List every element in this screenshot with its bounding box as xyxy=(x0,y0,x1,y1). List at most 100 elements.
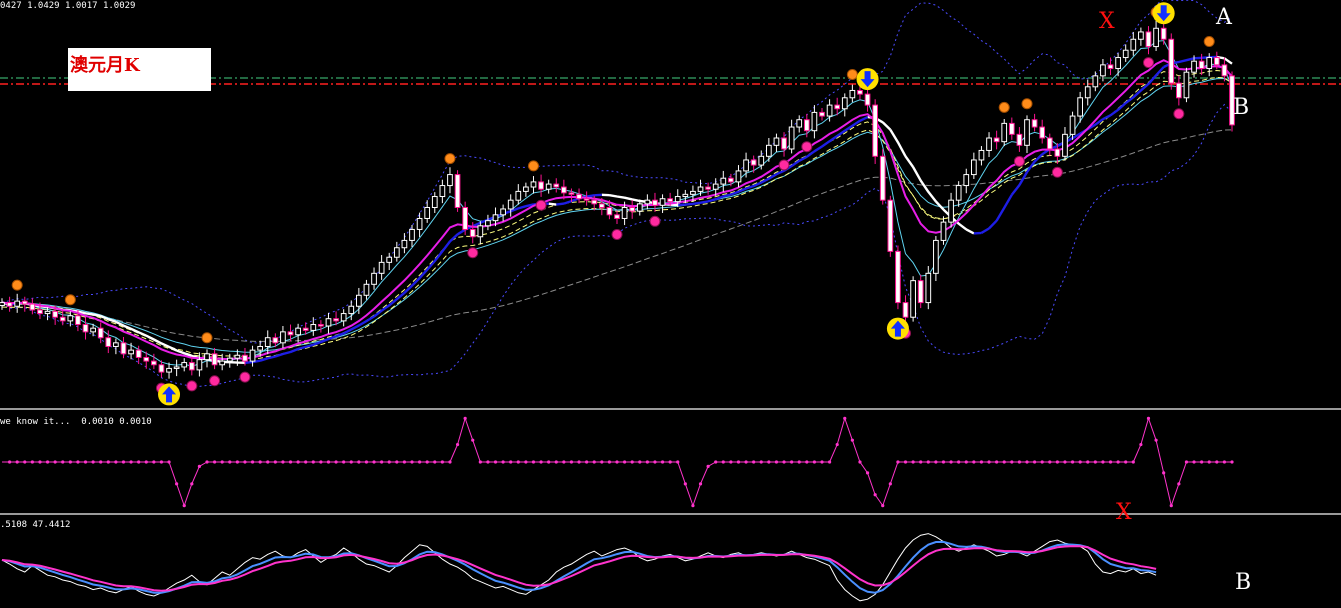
candle xyxy=(796,115,803,133)
candle-body xyxy=(970,159,977,176)
candle xyxy=(507,194,514,217)
candle-body xyxy=(416,217,423,230)
candle xyxy=(447,167,453,194)
candle-body xyxy=(1069,115,1076,135)
candle xyxy=(378,255,385,280)
candle xyxy=(454,170,461,212)
candle-body xyxy=(485,220,491,227)
candle-body xyxy=(652,199,658,206)
sell-arrow-icon xyxy=(1152,2,1175,25)
candle xyxy=(553,178,560,193)
candle-body xyxy=(340,313,347,322)
candle-body xyxy=(1024,119,1030,146)
fractal-down-marker xyxy=(1051,166,1063,178)
candle-body xyxy=(758,155,765,166)
candle-body xyxy=(1039,126,1046,139)
candle-body xyxy=(166,367,172,373)
candle-body xyxy=(690,190,696,195)
candle-body xyxy=(583,198,590,201)
candle-body xyxy=(44,310,51,315)
candle-body xyxy=(52,310,59,318)
candle-body xyxy=(492,214,499,222)
candle xyxy=(576,188,582,204)
candle xyxy=(82,317,89,340)
candle-body xyxy=(333,318,339,322)
candle-body xyxy=(811,111,818,132)
candle-body xyxy=(1130,38,1137,51)
oscillator-1 xyxy=(2,416,1234,508)
fractal-dot xyxy=(11,279,23,291)
candle-body xyxy=(538,181,544,190)
candle-body xyxy=(857,89,863,95)
candle xyxy=(523,182,529,197)
candle-body xyxy=(644,199,651,205)
candle xyxy=(910,276,916,322)
osc1-segment xyxy=(1148,418,1157,441)
candle xyxy=(462,201,469,235)
fractal-dot xyxy=(201,332,213,344)
candle xyxy=(181,358,188,372)
fractal-dot xyxy=(467,247,479,259)
candle-body xyxy=(302,327,309,331)
candle-body xyxy=(621,207,628,219)
candle-body xyxy=(1198,60,1205,70)
candle xyxy=(735,165,742,188)
candle xyxy=(14,293,21,313)
candle-body xyxy=(1115,57,1121,70)
candle-body xyxy=(1077,97,1084,117)
candle-body xyxy=(515,190,522,201)
candle-body xyxy=(879,155,886,201)
fractal-dot xyxy=(1021,98,1033,110)
candle-body xyxy=(158,364,165,373)
candle-body xyxy=(226,357,233,362)
candle-body xyxy=(507,199,514,210)
candle-body xyxy=(431,196,438,208)
annotation-a: A xyxy=(1216,5,1232,30)
candle xyxy=(1122,44,1129,62)
fractal-dot xyxy=(998,101,1010,113)
candle xyxy=(538,174,544,197)
candle-body xyxy=(1046,137,1053,150)
osc1-dot xyxy=(1230,460,1234,464)
osc1-segment xyxy=(874,494,884,506)
fractal-dot xyxy=(64,294,76,306)
candle xyxy=(1016,127,1023,152)
candle-body xyxy=(249,349,256,362)
fractal-dot xyxy=(535,199,547,211)
candle xyxy=(841,93,848,117)
candle-body xyxy=(849,89,856,99)
fractal-dot xyxy=(1173,108,1185,120)
fractal-down-marker xyxy=(467,247,479,259)
candle-body xyxy=(720,177,727,185)
osc1-segment xyxy=(684,483,694,506)
candle-body xyxy=(697,186,704,192)
candle-body xyxy=(386,256,393,263)
sell-arrow-icon xyxy=(856,68,879,91)
candle xyxy=(963,168,970,194)
candle xyxy=(371,267,377,290)
candle-body xyxy=(355,294,362,307)
candle xyxy=(1001,118,1008,147)
candle xyxy=(120,336,127,359)
fractal-dot xyxy=(801,141,813,153)
fractal-up-marker xyxy=(201,332,213,344)
osc1-segment xyxy=(1163,472,1172,506)
candle-body xyxy=(1062,133,1068,157)
candle xyxy=(1046,133,1053,156)
osc1-segment xyxy=(449,444,459,463)
candle xyxy=(340,309,347,327)
candle-body xyxy=(29,303,36,311)
title-box: 澳元月K xyxy=(68,48,211,91)
candle-body xyxy=(553,183,560,188)
candle xyxy=(1069,111,1076,140)
candle-body xyxy=(97,327,104,339)
candle-body xyxy=(6,302,13,307)
candle-body xyxy=(90,327,96,333)
candle-body xyxy=(477,225,484,238)
candle xyxy=(933,236,939,282)
osc1-segment xyxy=(1178,461,1187,484)
candle-body xyxy=(545,183,552,190)
candle-body xyxy=(67,315,74,322)
osc1-segment xyxy=(168,461,178,484)
candle xyxy=(1115,53,1121,77)
